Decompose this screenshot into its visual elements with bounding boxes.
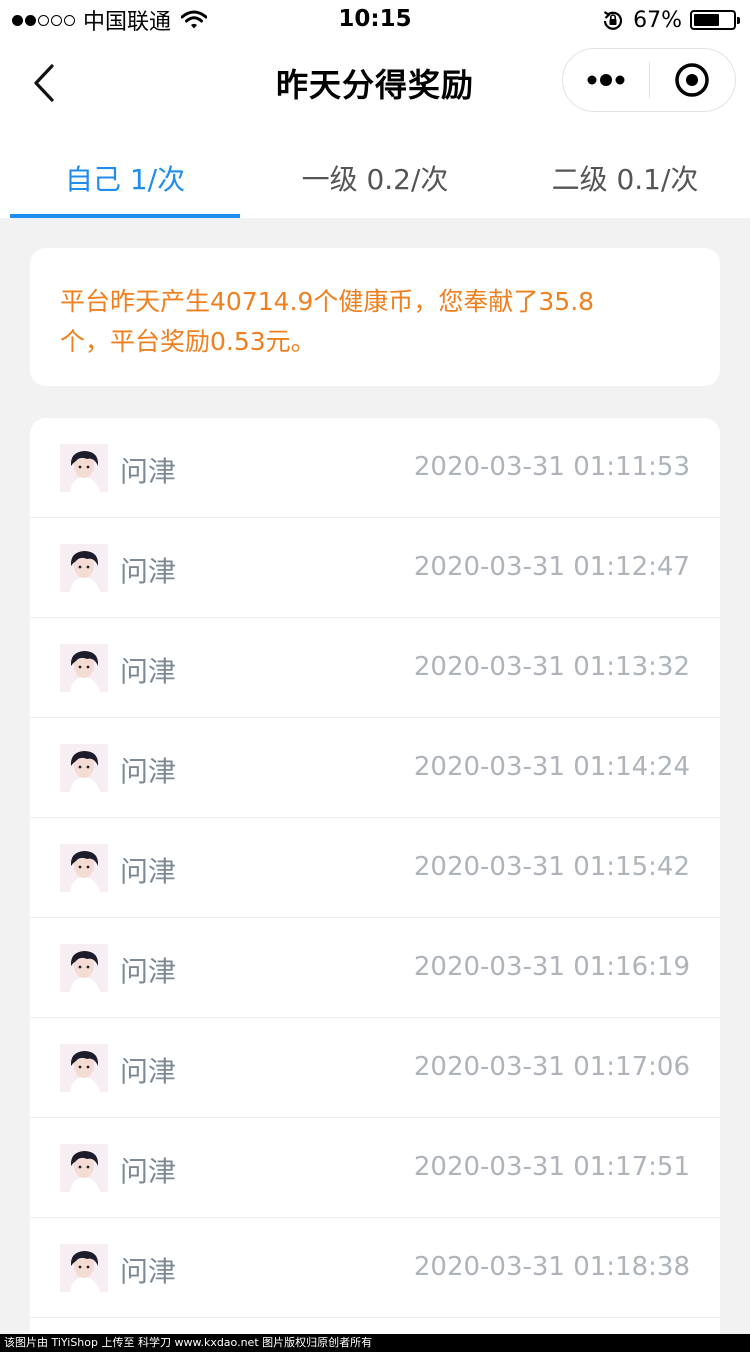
list-item[interactable]: 问津 2020-03-31 01:17:06	[30, 1018, 720, 1118]
record-user-name: 问津	[120, 1255, 177, 1288]
battery-icon	[690, 10, 740, 30]
tab-level-1[interactable]: 一级 0.2/次	[250, 128, 500, 218]
avatar	[60, 1144, 108, 1192]
record-timestamp: 2020-03-31 01:17:51	[413, 1152, 690, 1182]
avatar	[60, 444, 108, 492]
record-timestamp: 2020-03-31 01:18:38	[413, 1252, 690, 1282]
record-timestamp: 2020-03-31 01:17:06	[413, 1052, 690, 1082]
record-timestamp: 2020-03-31 01:14:24	[413, 752, 690, 782]
rotation-lock-icon	[603, 11, 623, 30]
tab-level-1-label: 一级 0.2/次	[301, 163, 449, 196]
avatar	[60, 744, 108, 792]
list-item[interactable]: 问津 2020-03-31 01:12:47	[30, 518, 720, 618]
battery-level	[694, 14, 720, 26]
record-user-name: 问津	[120, 955, 177, 988]
record-timestamp: 2020-03-31 01:12:47	[413, 552, 690, 582]
nav-bar: 昨天分得奖励	[0, 40, 750, 128]
record-timestamp: 2020-03-31 01:13:32	[413, 652, 690, 682]
active-tab-indicator	[10, 214, 240, 218]
capsule-menu	[562, 48, 736, 112]
list-item[interactable]: 问津 2020-03-31 01:13:32	[30, 618, 720, 718]
status-bar: 中国联通 10:15 67%	[0, 0, 750, 40]
reward-summary-line-2: 个，平台奖励0.53元。	[60, 327, 316, 356]
list-item[interactable]: 问津 2020-03-31 01:16:19	[30, 918, 720, 1018]
record-timestamp: 2020-03-31 01:15:42	[413, 852, 690, 882]
avatar	[60, 944, 108, 992]
tab-bar: 自己 1/次 一级 0.2/次 二级 0.1/次	[0, 128, 750, 218]
record-user-name: 问津	[120, 1155, 177, 1188]
list-item[interactable]: 问津 2020-03-31 01:11:53	[30, 418, 720, 518]
avatar	[60, 1244, 108, 1292]
reward-summary-card: 平台昨天产生40714.9个健康币，您奉献了35.8 个，平台奖励0.53元。	[30, 248, 720, 386]
tab-self[interactable]: 自己 1/次	[0, 128, 250, 218]
record-user-name: 问津	[120, 1055, 177, 1088]
record-user-name: 问津	[120, 555, 177, 588]
tab-self-label: 自己 1/次	[64, 163, 186, 196]
avatar	[60, 844, 108, 892]
more-button[interactable]	[563, 49, 649, 111]
record-user-name: 问津	[120, 455, 177, 488]
close-miniprogram-button[interactable]	[650, 49, 736, 111]
avatar	[60, 644, 108, 692]
tab-level-2[interactable]: 二级 0.1/次	[500, 128, 750, 218]
record-user-name: 问津	[120, 755, 177, 788]
target-circle-icon	[675, 63, 709, 97]
tab-level-2-label: 二级 0.1/次	[551, 163, 699, 196]
record-user-name: 问津	[120, 855, 177, 888]
page: 中国联通 10:15 67% 昨天分得奖励 自己 1/次 一级 0.2/次 二级…	[0, 0, 750, 1352]
avatar	[60, 544, 108, 592]
status-right: 67%	[601, 6, 740, 34]
record-list: 问津 2020-03-31 01:11:53 问津 2020-03-31 01:…	[30, 418, 720, 1352]
avatar	[60, 1044, 108, 1092]
list-item[interactable]: 问津 2020-03-31 01:18:38	[30, 1218, 720, 1318]
battery-percent: 67%	[633, 7, 682, 33]
watermark-footer: 该图片由 TiYiShop 上传至 科学刀 www.kxdao.net 图片版权…	[0, 1334, 750, 1352]
more-dots-icon	[587, 74, 625, 86]
list-item[interactable]: 问津 2020-03-31 01:15:42	[30, 818, 720, 918]
list-item[interactable]: 问津 2020-03-31 01:14:24	[30, 718, 720, 818]
record-timestamp: 2020-03-31 01:11:53	[413, 452, 690, 482]
record-timestamp: 2020-03-31 01:16:19	[413, 952, 690, 982]
list-item[interactable]: 问津 2020-03-31 01:17:51	[30, 1118, 720, 1218]
record-user-name: 问津	[120, 655, 177, 688]
reward-summary-line-1: 平台昨天产生40714.9个健康币，您奉献了35.8	[60, 287, 595, 316]
